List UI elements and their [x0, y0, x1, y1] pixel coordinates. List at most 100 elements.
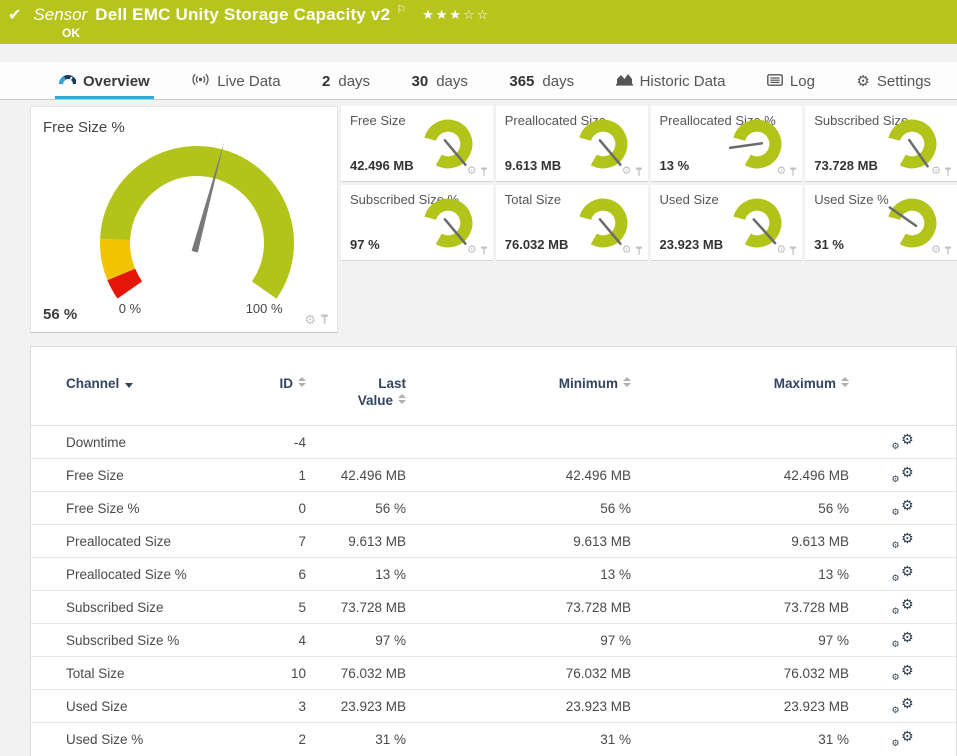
channel-last-value: 97 %: [306, 624, 406, 657]
column-header-last-value[interactable]: Last Value: [306, 361, 406, 426]
column-header-minimum[interactable]: Minimum: [406, 361, 631, 426]
channel-settings-icon[interactable]: ⚙⚙: [892, 465, 914, 483]
pin-icon[interactable]: [320, 314, 329, 325]
channel-gauge-value: 23.923 MB: [660, 237, 724, 252]
tab-label: days: [436, 73, 468, 90]
pin-icon[interactable]: [789, 246, 797, 256]
sort-desc-icon: [125, 383, 133, 388]
priority-stars[interactable]: ★★★☆☆: [422, 7, 490, 23]
tab-overview[interactable]: Overview: [55, 64, 154, 99]
channel-settings-icon[interactable]: ⚙⚙: [892, 498, 914, 516]
channel-name: Downtime: [31, 426, 231, 459]
channel-gauge-value: 73.728 MB: [814, 158, 878, 173]
channel-minimum: 13 %: [406, 558, 631, 591]
pin-icon[interactable]: [944, 167, 952, 177]
primary-channel-gauge-panel: Free Size % 0 % 100 % 56 % ⚙: [30, 106, 338, 333]
channel-gauge-value: 97 %: [350, 237, 380, 252]
column-header-maximum[interactable]: Maximum: [631, 361, 849, 426]
channel-last-value: 73.728 MB: [306, 591, 406, 624]
channel-minimum: 76.032 MB: [406, 657, 631, 690]
pin-icon[interactable]: [480, 167, 488, 177]
channel-id: 3: [231, 690, 306, 723]
pin-icon[interactable]: [635, 246, 643, 256]
tab-365-days[interactable]: 365 days: [505, 65, 578, 99]
column-header-id[interactable]: ID: [231, 361, 306, 426]
column-header-actions: [849, 361, 956, 426]
gear-icon[interactable]: ⚙: [931, 166, 941, 177]
sensor-title: Dell EMC Unity Storage Capacity v2: [95, 5, 390, 25]
tab-label: days: [542, 73, 574, 90]
tab-log[interactable]: Log: [763, 65, 819, 99]
channel-id: 10: [231, 657, 306, 690]
channel-gauge-panel: Preallocated Size % 13 % ⚙: [651, 106, 803, 182]
tab-label: days: [338, 73, 370, 90]
column-header-channel[interactable]: Channel: [31, 361, 231, 426]
tab-label: Settings: [877, 73, 931, 90]
column-header-label: Last: [378, 376, 406, 391]
channel-gauge-value: 76.032 MB: [505, 237, 569, 252]
gear-icon[interactable]: ⚙: [467, 166, 477, 177]
tab-2-days[interactable]: 2 days: [318, 65, 374, 99]
tab-bar: Overview Live Data 2 days 30 days: [0, 62, 957, 100]
table-row: Subscribed Size 5 73.728 MB 73.728 MB 73…: [31, 591, 956, 624]
channel-name: Total Size: [31, 657, 231, 690]
sensor-label: Sensor: [33, 5, 87, 25]
channel-gauge-value: 13 %: [660, 158, 690, 173]
channel-settings-icon[interactable]: ⚙⚙: [892, 663, 914, 681]
gear-icon[interactable]: ⚙: [776, 166, 786, 177]
channel-name: Preallocated Size: [31, 525, 231, 558]
column-header-label: Minimum: [559, 376, 618, 391]
gear-icon[interactable]: ⚙: [622, 166, 632, 177]
channel-gauge-title: Used Size %: [814, 192, 888, 207]
pin-icon[interactable]: [480, 246, 488, 256]
primary-gauge: [47, 131, 329, 321]
gear-icon[interactable]: ⚙: [304, 313, 316, 326]
channel-settings-icon[interactable]: ⚙⚙: [892, 729, 914, 747]
tab-label: Live Data: [217, 73, 280, 90]
channel-maximum: 23.923 MB: [631, 690, 849, 723]
gear-icon[interactable]: ⚙: [776, 245, 786, 256]
sort-icon: [298, 377, 306, 388]
table-row: Subscribed Size % 4 97 % 97 % 97 % ⚙⚙: [31, 624, 956, 657]
gear-icon: ⚙: [856, 74, 869, 89]
channel-last-value: 13 %: [306, 558, 406, 591]
channel-settings-icon[interactable]: ⚙⚙: [892, 432, 914, 450]
tab-30-days[interactable]: 30 days: [408, 65, 472, 99]
column-header-label: Channel: [66, 376, 119, 391]
channel-maximum: 31 %: [631, 723, 849, 756]
flag-icon[interactable]: ⚐: [396, 3, 406, 16]
channel-name: Used Size %: [31, 723, 231, 756]
gear-icon[interactable]: ⚙: [622, 245, 632, 256]
channel-minimum: 31 %: [406, 723, 631, 756]
channel-gauge-value: 42.496 MB: [350, 158, 414, 173]
tab-settings[interactable]: ⚙ Settings: [852, 65, 935, 99]
pin-icon[interactable]: [944, 246, 952, 256]
channel-settings-icon[interactable]: ⚙⚙: [892, 531, 914, 549]
channel-settings-icon[interactable]: ⚙⚙: [892, 696, 914, 714]
channel-name: Subscribed Size %: [31, 624, 231, 657]
channel-settings-icon[interactable]: ⚙⚙: [892, 564, 914, 582]
pin-icon[interactable]: [635, 167, 643, 177]
channel-id: -4: [231, 426, 306, 459]
pin-icon[interactable]: [789, 167, 797, 177]
channel-minimum: [406, 426, 631, 459]
tab-label: Overview: [83, 73, 150, 90]
column-header-label: Maximum: [774, 376, 836, 391]
channel-gauge-panel: Used Size 23.923 MB ⚙: [651, 185, 803, 261]
gear-icon[interactable]: ⚙: [931, 245, 941, 256]
sort-icon: [841, 377, 849, 388]
channel-gauges-grid: Free Size 42.496 MB ⚙ Preallocated Size …: [341, 106, 957, 333]
channel-settings-icon[interactable]: ⚙⚙: [892, 630, 914, 648]
tab-live-data[interactable]: Live Data: [187, 65, 284, 99]
gear-icon[interactable]: ⚙: [467, 245, 477, 256]
table-row: Used Size 3 23.923 MB 23.923 MB 23.923 M…: [31, 690, 956, 723]
channel-settings-icon[interactable]: ⚙⚙: [892, 597, 914, 615]
channel-last-value: 56 %: [306, 492, 406, 525]
tab-historic-data[interactable]: Historic Data: [612, 65, 730, 99]
channel-id: 2: [231, 723, 306, 756]
column-header-label: ID: [280, 376, 294, 391]
channel-minimum: 42.496 MB: [406, 459, 631, 492]
sort-icon: [398, 394, 406, 405]
channel-maximum: 42.496 MB: [631, 459, 849, 492]
channel-id: 4: [231, 624, 306, 657]
